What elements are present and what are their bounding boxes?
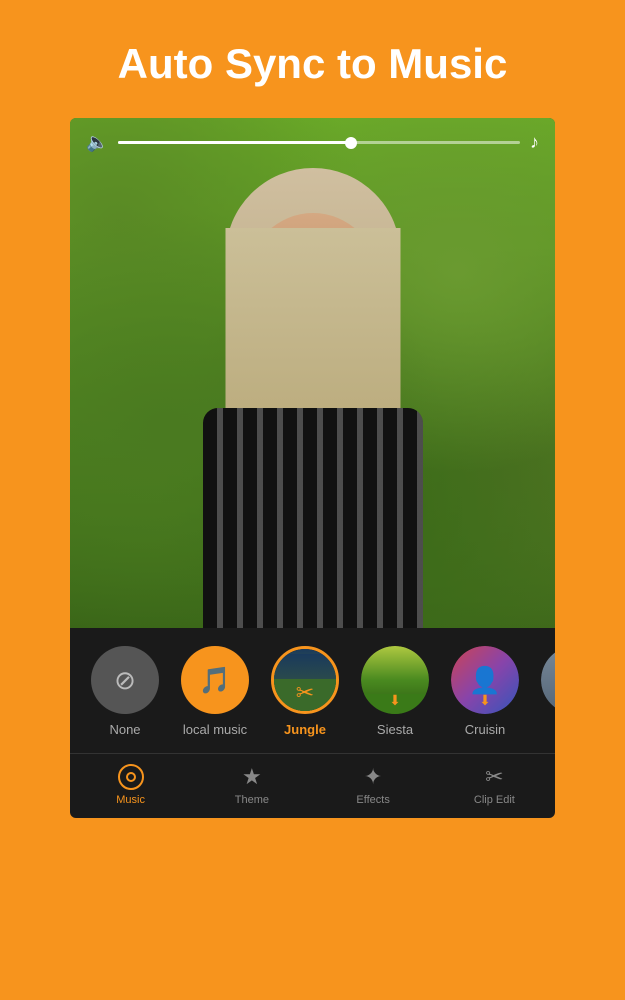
track-circle-local: 🎵 [181, 646, 249, 714]
track-label-jungle: Jungle [284, 722, 326, 737]
track-label-none: None [109, 722, 140, 737]
phone-area: 🔈 ♪ ⊘ None [70, 118, 555, 818]
nav-item-music[interactable]: Music [70, 754, 191, 818]
cruisin-bg: 👤 ⬇ [451, 646, 519, 714]
track-siesta[interactable]: ⬇ Siesta [360, 646, 430, 737]
header: Auto Sync to Music [0, 0, 625, 118]
track-circle-none: ⊘ [91, 646, 159, 714]
track-none[interactable]: ⊘ None [90, 646, 160, 737]
track-local[interactable]: 🎵 local music [180, 646, 250, 737]
person-figure [153, 148, 473, 628]
nav-item-theme[interactable]: ★ Theme [191, 754, 312, 818]
bottom-panel: ⊘ None 🎵 local music [70, 628, 555, 818]
nav-label-music: Music [116, 794, 145, 806]
track-circle-ju [541, 646, 555, 714]
track-label-local: local music [183, 722, 247, 737]
track-circle-cruisin: 👤 ⬇ [451, 646, 519, 714]
music-nav-icon [118, 764, 144, 790]
effects-nav-icon: ✦ [364, 764, 382, 790]
cruisin-download-icon: ⬇ [479, 692, 491, 709]
cruisin-person-icon: 👤 [469, 665, 501, 696]
jungle-bg: ✂ [274, 649, 336, 711]
music-note-icon: ♪ [530, 132, 539, 153]
track-jungle[interactable]: ✂ Jungle [270, 646, 340, 737]
nav-label-theme: Theme [235, 794, 269, 806]
scissors-icon: ✂ [296, 680, 314, 706]
nav-item-effects[interactable]: ✦ Effects [313, 754, 434, 818]
none-icon: ⊘ [114, 665, 136, 696]
progress-track[interactable] [118, 141, 520, 144]
music-track-list: ⊘ None 🎵 local music [70, 646, 555, 737]
page-title: Auto Sync to Music [60, 40, 565, 88]
vinyl-icon [118, 764, 144, 790]
progress-thumb [345, 137, 357, 149]
ju-bg [541, 646, 555, 714]
bottom-nav: Music ★ Theme ✦ Effects ✂ Clip Edit [70, 753, 555, 818]
video-player[interactable]: 🔈 ♪ [70, 118, 555, 628]
local-music-icon: 🎵 [199, 665, 231, 696]
track-cruisin[interactable]: 👤 ⬇ Cruisin [450, 646, 520, 737]
clip-edit-nav-icon: ✂ [485, 764, 503, 790]
nav-label-effects: Effects [356, 794, 389, 806]
video-controls: 🔈 ♪ [70, 118, 555, 167]
progress-fill [118, 141, 351, 144]
nav-label-clip-edit: Clip Edit [474, 794, 515, 806]
siesta-download-icon: ⬇ [389, 692, 401, 709]
theme-nav-icon: ★ [242, 764, 262, 790]
track-ju[interactable]: Ju... [540, 646, 555, 737]
phone-screen: 🔈 ♪ ⊘ None [70, 118, 555, 818]
track-circle-siesta: ⬇ [361, 646, 429, 714]
nav-item-clip-edit[interactable]: ✂ Clip Edit [434, 754, 555, 818]
track-label-siesta: Siesta [377, 722, 413, 737]
volume-icon[interactable]: 🔈 [86, 132, 108, 153]
siesta-bg: ⬇ [361, 646, 429, 714]
vinyl-inner [126, 772, 136, 782]
track-label-cruisin: Cruisin [465, 722, 505, 737]
track-circle-jungle: ✂ [271, 646, 339, 714]
